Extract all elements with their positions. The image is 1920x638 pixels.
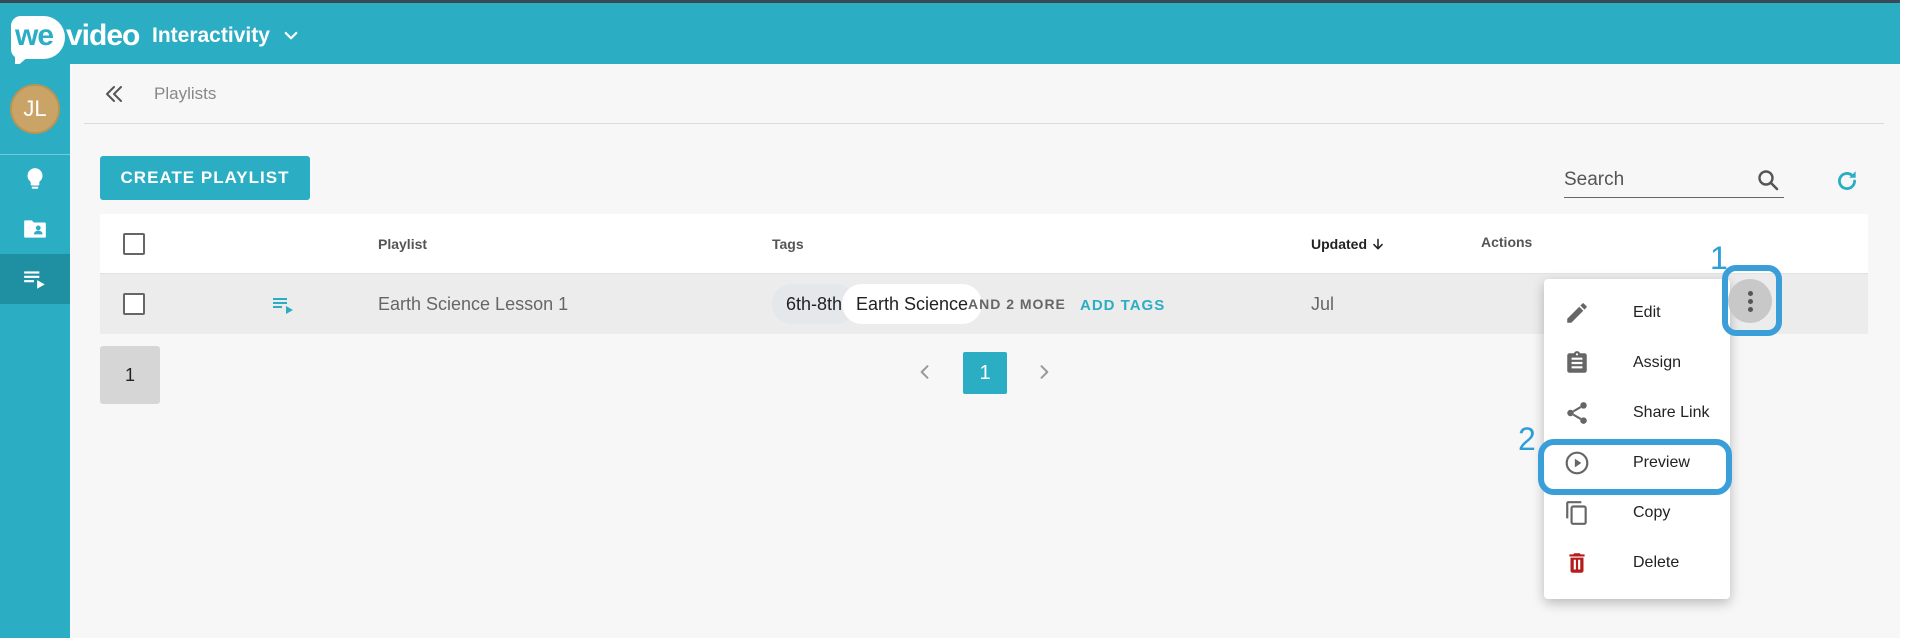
select-all-checkbox[interactable] bbox=[123, 233, 145, 255]
chevron-right-icon[interactable] bbox=[1034, 360, 1054, 384]
more-tags-link[interactable]: AND 2 MORE bbox=[968, 296, 1066, 312]
playlist-icon bbox=[24, 271, 45, 289]
annotation-step-2: 2 bbox=[1518, 421, 1536, 457]
page-button-current[interactable]: 1 bbox=[963, 352, 1007, 394]
search-icon[interactable] bbox=[1756, 168, 1780, 192]
header-actions: Actions bbox=[1481, 234, 1533, 250]
breadcrumb: Playlists bbox=[84, 64, 1884, 124]
playlist-icon bbox=[273, 298, 293, 314]
rows-per-page-select[interactable]: 1 bbox=[100, 346, 160, 404]
sidebar-item-shared-folder[interactable] bbox=[0, 204, 70, 254]
menu-item-label: Share Link bbox=[1633, 404, 1710, 421]
avatar[interactable]: JL bbox=[10, 84, 60, 134]
annotation-highlight-actions bbox=[1722, 265, 1782, 336]
header-tags: Tags bbox=[772, 236, 804, 252]
share-icon bbox=[1567, 402, 1587, 424]
menu-item-assign[interactable]: Assign bbox=[1544, 338, 1730, 388]
sidebar-item-ideas[interactable] bbox=[0, 154, 70, 204]
chevron-down-icon bbox=[284, 31, 298, 40]
header-updated-label: Updated bbox=[1311, 236, 1367, 252]
create-playlist-button[interactable]: CREATE PLAYLIST bbox=[100, 156, 310, 200]
logo-video-text: video bbox=[66, 19, 140, 52]
lightbulb-icon bbox=[27, 168, 43, 189]
search-input[interactable] bbox=[1564, 166, 1754, 194]
search-box bbox=[1564, 162, 1784, 198]
menu-item-copy[interactable]: Copy bbox=[1544, 488, 1730, 538]
menu-item-label: Copy bbox=[1633, 504, 1671, 521]
app-switcher[interactable]: Interactivity bbox=[152, 21, 300, 51]
table-header: Playlist Tags Updated Actions bbox=[100, 214, 1868, 274]
menu-item-share-link[interactable]: Share Link bbox=[1544, 388, 1730, 438]
shared-folder-icon bbox=[24, 220, 46, 238]
logo-we-text: we bbox=[15, 19, 54, 52]
chevron-left-icon[interactable] bbox=[915, 360, 935, 384]
menu-item-label: Edit bbox=[1633, 304, 1661, 321]
wevideo-logo[interactable]: we video bbox=[11, 15, 140, 68]
sidebar: JL bbox=[0, 64, 70, 638]
add-tags-button[interactable]: ADD TAGS bbox=[1080, 297, 1165, 314]
header-updated[interactable]: Updated bbox=[1311, 236, 1385, 252]
playlist-name[interactable]: Earth Science Lesson 1 bbox=[378, 294, 568, 315]
menu-item-label: Assign bbox=[1633, 354, 1682, 371]
app-header: we video Interactivity bbox=[0, 3, 1900, 68]
sidebar-item-playlists[interactable] bbox=[0, 254, 70, 304]
annotation-highlight-preview bbox=[1538, 439, 1732, 495]
row-checkbox[interactable] bbox=[123, 293, 145, 315]
menu-item-edit[interactable]: Edit bbox=[1544, 288, 1730, 338]
refresh-icon[interactable] bbox=[1834, 168, 1860, 194]
sort-down-arrow-icon bbox=[1373, 238, 1383, 250]
menu-item-delete[interactable]: Delete bbox=[1544, 538, 1730, 588]
breadcrumb-current: Playlists bbox=[154, 84, 217, 103]
app-name: Interactivity bbox=[152, 24, 270, 47]
trash-icon bbox=[1569, 553, 1585, 573]
menu-item-label: Delete bbox=[1633, 554, 1680, 571]
pencil-icon bbox=[1567, 303, 1587, 323]
window-right-margin bbox=[1900, 0, 1920, 638]
clipboard-icon bbox=[1567, 351, 1587, 373]
collapse-sidebar-icon[interactable] bbox=[102, 82, 126, 106]
updated-date: Jul bbox=[1311, 294, 1335, 314]
tag-chip[interactable]: Earth Science bbox=[842, 284, 983, 324]
copy-icon bbox=[1566, 501, 1587, 525]
header-playlist[interactable]: Playlist bbox=[378, 236, 427, 252]
